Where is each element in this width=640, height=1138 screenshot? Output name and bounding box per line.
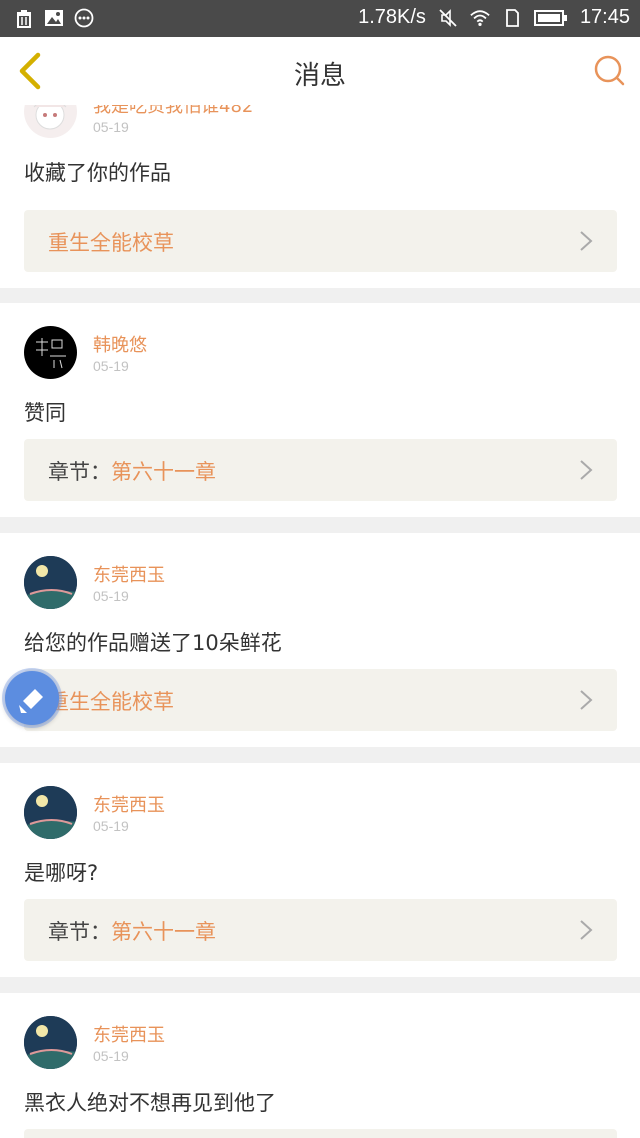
chapter-title: 第六十一章 (111, 460, 216, 484)
message-date: 05-19 (93, 588, 129, 604)
wifi-icon (470, 9, 490, 26)
status-bar: 1.78K/s 17:45 (0, 0, 640, 37)
message-card: 东莞西玉 05-19 是哪呀? 章节：第六十一章 (0, 763, 640, 977)
battery-icon (533, 9, 567, 26)
message-date: 05-19 (93, 818, 129, 834)
work-link[interactable]: 重生全能校草 (24, 669, 617, 731)
username[interactable]: 我是吃货我怕谁482 (93, 105, 253, 118)
more-icon (74, 8, 94, 28)
avatar[interactable] (24, 556, 77, 609)
chapter-link[interactable]: 章节：第六十一章 (24, 899, 617, 961)
search-icon[interactable] (592, 53, 628, 89)
image-icon (45, 10, 63, 26)
message-text: 黑衣人绝对不想再见到他了 (24, 1091, 276, 1115)
message-card: 东莞西玉 05-19 黑衣人绝对不想再见到他了 (0, 993, 640, 1138)
mute-icon (439, 8, 457, 27)
message-date: 05-19 (93, 119, 129, 135)
chevron-right-icon (580, 460, 593, 480)
chevron-right-icon (580, 231, 593, 251)
work-link[interactable] (24, 1129, 617, 1138)
message-text: 赞同 (24, 401, 66, 425)
message-card: 我是吃货我怕谁482 05-19 收藏了你的作品 重生全能校草 (0, 105, 640, 288)
message-text: 给您的作品赠送了10朵鲜花 (24, 631, 282, 655)
message-text: 是哪呀? (24, 861, 99, 885)
chapter-prefix: 章节： (48, 920, 111, 944)
work-link[interactable]: 重生全能校草 (24, 210, 617, 272)
avatar[interactable] (24, 105, 77, 138)
app-header: 消息 (0, 37, 640, 106)
avatar[interactable] (24, 786, 77, 839)
floating-assist-button[interactable] (5, 671, 59, 725)
message-card: 东莞西玉 05-19 给您的作品赠送了10朵鲜花 重生全能校草 (0, 533, 640, 747)
chevron-right-icon (580, 920, 593, 940)
sim-icon (506, 8, 519, 27)
username[interactable]: 韩晚悠 (93, 331, 147, 357)
username[interactable]: 东莞西玉 (93, 791, 165, 817)
username[interactable]: 东莞西玉 (93, 1021, 165, 1047)
work-title: 重生全能校草 (48, 690, 174, 714)
network-speed: 1.78K/s (358, 6, 426, 28)
chevron-right-icon (580, 690, 593, 710)
message-list[interactable]: 我是吃货我怕谁482 05-19 收藏了你的作品 重生全能校草 韩晚悠 05-1… (0, 105, 640, 1138)
page-title: 消息 (293, 61, 346, 91)
trash-icon (17, 10, 31, 28)
username[interactable]: 东莞西玉 (93, 561, 165, 587)
message-text: 收藏了你的作品 (24, 161, 171, 185)
avatar[interactable] (24, 1016, 77, 1069)
work-title: 重生全能校草 (48, 231, 174, 255)
brush-icon (19, 689, 43, 713)
clock: 17:45 (579, 6, 630, 28)
message-date: 05-19 (93, 1048, 129, 1064)
message-date: 05-19 (93, 358, 129, 374)
chapter-title: 第六十一章 (111, 920, 216, 944)
chapter-link[interactable]: 章节：第六十一章 (24, 439, 617, 501)
chapter-prefix: 章节： (48, 460, 111, 484)
avatar[interactable] (24, 326, 77, 379)
message-card: 韩晚悠 05-19 赞同 章节：第六十一章 (0, 303, 640, 517)
